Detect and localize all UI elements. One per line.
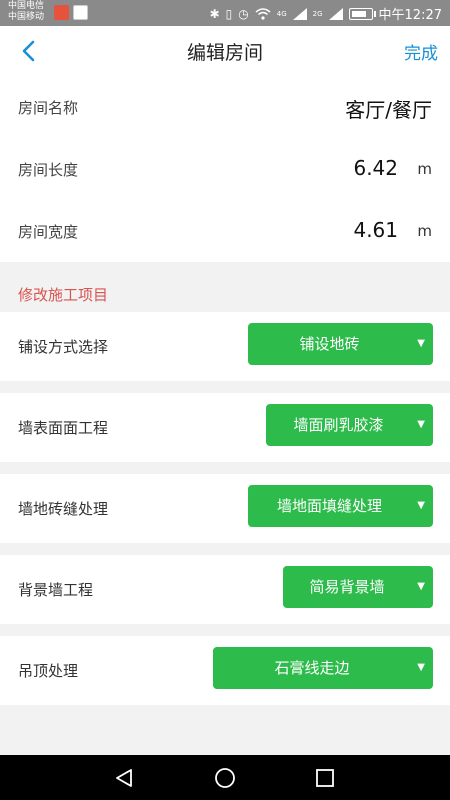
battery-icon — [348, 7, 376, 20]
dropdown-caret-icon: ▼ — [417, 662, 425, 673]
room-name-label: 房间名称 — [18, 99, 79, 117]
option-label: 背景墙工程 — [18, 581, 94, 599]
select-value: 简易背景墙 — [309, 578, 385, 596]
room-name-value[interactable]: 客厅/餐厅 — [345, 94, 432, 123]
signal-icon — [292, 7, 307, 20]
option-row-tile-joint: 墙地砖缝处理 墙地面填缝处理 ▼ — [0, 474, 450, 543]
network-type-2: 2G — [312, 9, 323, 18]
option-label: 墙地砖缝处理 — [18, 500, 109, 518]
room-name-row[interactable]: 房间名称 客厅/餐厅 — [0, 76, 450, 138]
app-notification-icon — [73, 5, 88, 20]
dropdown-caret-icon: ▼ — [417, 419, 425, 430]
laying-method-select[interactable]: 铺设地砖 ▼ — [248, 323, 433, 365]
status-time: 中午12:27 — [378, 8, 442, 23]
recents-square-icon[interactable] — [313, 766, 337, 790]
dropdown-caret-icon: ▼ — [417, 338, 425, 349]
room-width-label: 房间宽度 — [18, 223, 79, 241]
home-circle-icon[interactable] — [213, 766, 237, 790]
option-label: 铺设方式选择 — [18, 338, 109, 356]
feature-wall-select[interactable]: 简易背景墙 ▼ — [283, 566, 433, 608]
status-bar: 中国电信 中国移动 ✱ ▯ ◷ 4G 2G 中午12:27 — [0, 0, 450, 26]
status-icons: ✱ ▯ ◷ 4G 2G 中午12:27 — [209, 4, 442, 24]
tile-joint-select[interactable]: 墙地面填缝处理 ▼ — [248, 485, 433, 527]
option-row-feature-wall: 背景墙工程 简易背景墙 ▼ — [0, 555, 450, 624]
select-value: 铺设地砖 — [299, 335, 360, 353]
option-label: 墙表面面工程 — [18, 419, 109, 437]
network-type-1: 4G — [276, 9, 287, 18]
nav-bar: 编辑房间 完成 — [0, 26, 450, 77]
back-triangle-icon[interactable] — [112, 766, 136, 790]
dropdown-caret-icon: ▼ — [417, 500, 425, 511]
room-length-value[interactable]: 6.42 — [353, 156, 398, 180]
room-width-row[interactable]: 房间宽度 4.61 m — [0, 200, 450, 262]
option-label: 吊顶处理 — [18, 662, 79, 680]
room-width-unit: m — [417, 222, 432, 240]
dropdown-caret-icon: ▼ — [417, 581, 425, 592]
carrier-info: 中国电信 中国移动 — [8, 1, 44, 23]
system-nav-bar — [0, 755, 450, 800]
vibrate-icon: ▯ — [225, 6, 233, 21]
done-button[interactable]: 完成 — [404, 39, 438, 64]
select-value: 石膏线走边 — [274, 659, 350, 677]
select-value: 墙地面填缝处理 — [276, 497, 382, 515]
signal-icon — [328, 7, 343, 20]
select-value: 墙面刷乳胶漆 — [293, 416, 384, 434]
app-notification-icon — [54, 5, 69, 20]
option-row-ceiling: 吊顶处理 石膏线走边 ▼ — [0, 636, 450, 705]
ceiling-select[interactable]: 石膏线走边 ▼ — [213, 647, 433, 689]
carrier-2: 中国移动 — [8, 12, 45, 22]
wall-surface-select[interactable]: 墙面刷乳胶漆 ▼ — [266, 404, 433, 446]
bluetooth-icon: ✱ — [209, 6, 220, 21]
notification-icons — [54, 5, 88, 20]
page-title: 编辑房间 — [186, 42, 263, 64]
room-length-unit: m — [417, 160, 432, 178]
alarm-icon: ◷ — [238, 6, 249, 21]
room-length-row[interactable]: 房间长度 6.42 m — [0, 138, 450, 200]
option-row-wall-surface: 墙表面面工程 墙面刷乳胶漆 ▼ — [0, 393, 450, 462]
wifi-icon — [255, 7, 271, 20]
section-title: 修改施工项目 — [18, 286, 109, 304]
room-length-label: 房间长度 — [18, 161, 79, 179]
carrier-1: 中国电信 — [8, 1, 45, 11]
room-info-card: 房间名称 客厅/餐厅 房间长度 6.42 m 房间宽度 4.61 m — [0, 76, 450, 262]
option-row-laying-method: 铺设方式选择 铺设地砖 ▼ — [0, 312, 450, 381]
room-width-value[interactable]: 4.61 — [353, 218, 398, 242]
